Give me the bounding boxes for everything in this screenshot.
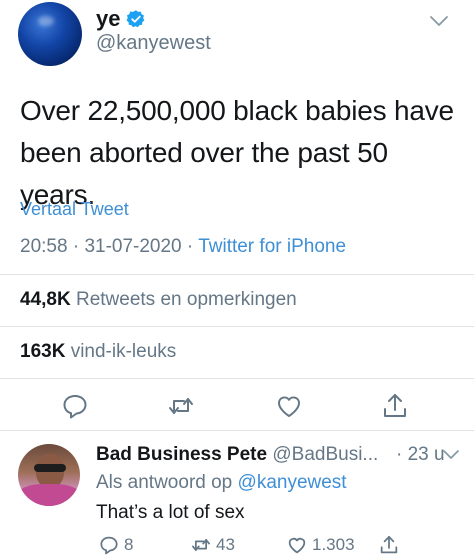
like-heart-icon xyxy=(288,537,306,554)
avatar-sunglasses xyxy=(34,464,66,472)
reply-icon xyxy=(100,536,118,555)
share-icon xyxy=(380,536,398,554)
reply-reply-action[interactable]: 8 xyxy=(98,534,133,555)
author-name-row[interactable]: ye xyxy=(96,6,146,32)
like-heart-icon[interactable] xyxy=(274,391,304,421)
reply-icon[interactable] xyxy=(60,391,90,421)
divider xyxy=(0,378,474,379)
divider xyxy=(0,326,474,327)
retweet-icon xyxy=(192,538,210,552)
retweet-icon[interactable] xyxy=(166,391,196,421)
likes-stat[interactable]: 163K vind-ik-leuks xyxy=(20,341,176,363)
tweet-text: Over 22,500,000 black babies have been a… xyxy=(20,95,454,210)
share-icon[interactable] xyxy=(380,391,410,421)
author-display-name[interactable]: ye xyxy=(96,6,120,32)
reply-to-prefix: Als antwoord op xyxy=(96,472,233,493)
divider xyxy=(0,430,474,431)
reply-replies-count: 8 xyxy=(124,535,134,554)
reply-retweets-count: 43 xyxy=(216,535,235,554)
reply-author-name[interactable]: Bad Business Pete xyxy=(96,444,267,465)
verified-badge-icon xyxy=(126,10,145,28)
profile-avatar[interactable] xyxy=(18,2,82,66)
reply-author-handle[interactable]: @BadBusi... xyxy=(272,444,378,465)
tweet-meta: 20:58 · 31-07-2020 · Twitter for iPhone xyxy=(20,236,346,258)
reply-likes-count: 1.303 xyxy=(312,535,355,554)
meta-separator: · xyxy=(72,236,80,257)
reply-text: That’s a lot of sex xyxy=(96,502,245,523)
meta-separator: · xyxy=(186,236,194,257)
likes-count: 163K xyxy=(20,341,66,362)
avatar-highlight xyxy=(38,16,54,26)
reply-author-row[interactable]: Bad Business Pete @BadBusi... xyxy=(96,444,378,466)
tweet-source-link[interactable]: Twitter for iPhone xyxy=(198,236,346,257)
reply-share-action[interactable] xyxy=(378,534,400,555)
likes-label: vind-ik-leuks xyxy=(70,341,177,362)
tweet-time: 20:58 xyxy=(20,236,68,257)
retweets-count: 44,8K xyxy=(20,289,71,310)
reply-to-mention-link[interactable]: @kanyewest xyxy=(238,472,347,493)
translate-tweet-link[interactable]: Vertaal Tweet xyxy=(20,199,129,220)
reply-avatar[interactable] xyxy=(18,444,80,506)
reply-like-action[interactable]: 1.303 xyxy=(286,534,355,555)
retweets-stat[interactable]: 44,8K Retweets en opmerkingen xyxy=(20,289,297,311)
author-handle[interactable]: @kanyewest xyxy=(96,32,211,55)
retweets-label: Retweets en opmerkingen xyxy=(75,289,297,310)
avatar-boa xyxy=(18,484,80,506)
chevron-down-icon[interactable] xyxy=(442,449,460,461)
chevron-down-icon[interactable] xyxy=(428,14,450,28)
divider xyxy=(0,274,474,275)
reply-timestamp[interactable]: · 23 u xyxy=(396,444,445,466)
reply-retweet-action[interactable]: 43 xyxy=(190,534,235,555)
tweet-date: 31-07-2020 xyxy=(84,236,182,257)
reply-context: Als antwoord op @kanyewest xyxy=(96,472,347,494)
